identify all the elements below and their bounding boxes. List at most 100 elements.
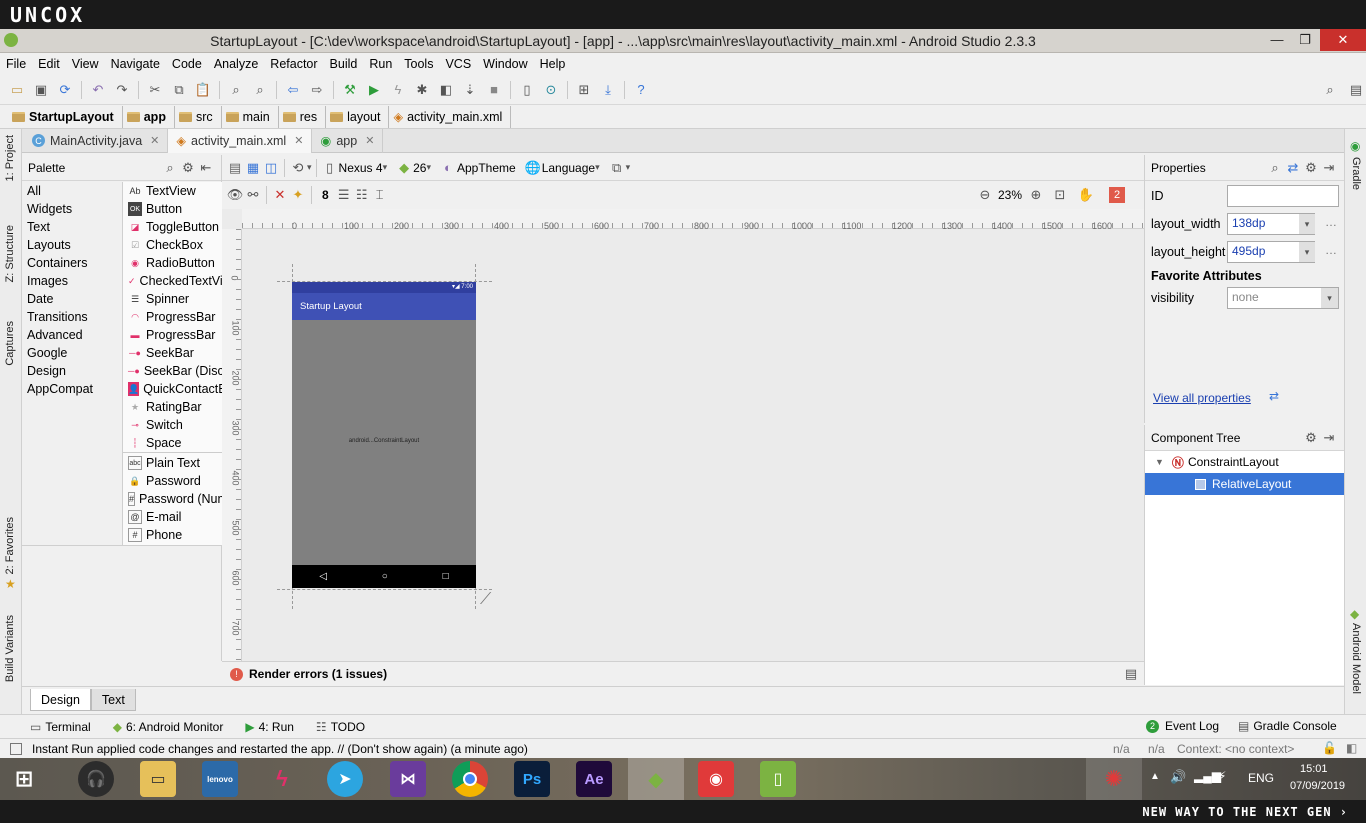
headphones-app-icon[interactable]: 🎧 bbox=[78, 761, 114, 797]
device-selector[interactable]: Nexus 4 bbox=[339, 161, 383, 175]
chrome-icon[interactable] bbox=[452, 761, 488, 797]
palette-item-progressbar-horizontal[interactable]: ▬ ProgressBar bbox=[123, 326, 222, 344]
lock-icon[interactable]: 🔓 bbox=[1322, 741, 1337, 755]
expand-arrow-icon[interactable]: ▼ bbox=[1155, 457, 1164, 467]
device-preview[interactable]: ▾◢ 7:00 Startup Layout android...Constra… bbox=[292, 282, 476, 588]
sync-gradle-icon[interactable]: ⊙ bbox=[542, 81, 560, 99]
sdk-manager-icon[interactable]: ⤓ bbox=[599, 81, 617, 99]
menu-build[interactable]: Build bbox=[324, 57, 364, 71]
breadcrumb-main[interactable]: main bbox=[222, 105, 279, 128]
menu-view[interactable]: View bbox=[66, 57, 105, 71]
menu-help[interactable]: Help bbox=[534, 57, 572, 71]
pack-icon[interactable]: ☰ bbox=[335, 186, 353, 204]
status-toggle-icon[interactable] bbox=[10, 742, 22, 755]
palette-category[interactable]: Images bbox=[22, 272, 122, 290]
both-views-icon[interactable]: ◫ bbox=[262, 159, 280, 177]
help-icon[interactable]: ? bbox=[632, 81, 650, 99]
close-tab-icon[interactable]: ✕ bbox=[150, 134, 159, 147]
open-folder-icon[interactable]: ▭ bbox=[8, 81, 26, 99]
layout-variants-icon[interactable]: ⧉ bbox=[608, 159, 626, 177]
palette-item-seekbar-discrete[interactable]: ─●SeekBar (Discrete) bbox=[123, 362, 222, 380]
menu-edit[interactable]: Edit bbox=[32, 57, 66, 71]
lenovo-app-icon[interactable]: lenovo bbox=[202, 761, 238, 797]
palette-item-email[interactable]: @ E-mail bbox=[123, 508, 222, 526]
android-monitor-tool-button[interactable]: ◆ 6: Android Monitor bbox=[113, 720, 224, 734]
palette-item-textview[interactable]: Ab TextView bbox=[123, 182, 222, 200]
tray-app-icon[interactable]: ✺ bbox=[1086, 758, 1142, 800]
palette-item-space[interactable]: ┆ Space bbox=[123, 434, 222, 452]
orientation-icon[interactable]: ⟲ bbox=[289, 159, 307, 177]
menu-tools[interactable]: Tools bbox=[398, 57, 439, 71]
globe-icon[interactable]: 🌐 bbox=[524, 159, 542, 177]
menu-refactor[interactable]: Refactor bbox=[264, 57, 323, 71]
toggle-issue-panel-icon[interactable]: ▤ bbox=[1122, 665, 1140, 683]
more-icon[interactable]: … bbox=[1325, 243, 1337, 257]
palette-item-progressbar[interactable]: ◠ ProgressBar bbox=[123, 308, 222, 326]
palette-category[interactable]: AppCompat bbox=[22, 380, 122, 398]
palette-category[interactable]: Text bbox=[22, 218, 122, 236]
palette-item-password-numeric[interactable]: #Password (Numeric) bbox=[123, 490, 222, 508]
palette-item-ratingbar[interactable]: ★ RatingBar bbox=[123, 398, 222, 416]
debug-icon[interactable]: ✱ bbox=[413, 81, 431, 99]
android-studio-taskbar-button[interactable]: ◆ bbox=[628, 758, 684, 800]
palette-category[interactable]: Google bbox=[22, 344, 122, 362]
more-icon[interactable]: … bbox=[1325, 215, 1337, 229]
palette-item-quickcontactbadge[interactable]: 👤QuickContactBadge bbox=[123, 380, 222, 398]
gradle-tool-tab[interactable]: Gradle bbox=[1350, 157, 1362, 190]
undo-icon[interactable]: ↶ bbox=[89, 81, 107, 99]
recorder-app-icon[interactable]: ◉ bbox=[698, 761, 734, 797]
maximize-button[interactable]: ❐ bbox=[1290, 29, 1320, 51]
inspector-icon[interactable]: ◧ bbox=[1346, 741, 1357, 755]
palette-category[interactable]: Advanced bbox=[22, 326, 122, 344]
zoom-out-icon[interactable]: ⊖ bbox=[976, 186, 994, 204]
zoom-to-fit-icon[interactable]: ⊡ bbox=[1051, 186, 1069, 204]
gear-icon[interactable]: ⚙ bbox=[1302, 429, 1320, 447]
view-all-properties-link[interactable]: View all properties bbox=[1153, 391, 1251, 405]
terminal-tool-button[interactable]: ▭ Terminal bbox=[30, 720, 91, 734]
language-selector[interactable]: Language bbox=[542, 161, 595, 175]
chevron-down-icon[interactable]: ▾ bbox=[1299, 242, 1315, 262]
palette-item-checkedtextview[interactable]: ✓CheckedTextView bbox=[123, 272, 222, 290]
menu-window[interactable]: Window bbox=[477, 57, 533, 71]
breadcrumb-src[interactable]: src bbox=[175, 105, 222, 128]
build-variants-tool-tab[interactable]: Build Variants bbox=[4, 615, 16, 682]
default-margin[interactable]: 8 bbox=[322, 188, 329, 202]
tab-design[interactable]: Design bbox=[30, 689, 91, 711]
menu-vcs[interactable]: VCS bbox=[439, 57, 477, 71]
tab-activity-main[interactable]: ◈ activity_main.xml ✕ bbox=[168, 128, 313, 153]
visual-studio-icon[interactable]: ⋈ bbox=[390, 761, 426, 797]
power-icon[interactable]: ⚡ bbox=[1218, 769, 1226, 783]
resize-handle-icon[interactable]: ⟋ bbox=[480, 591, 491, 609]
clear-constraints-icon[interactable]: ✕ bbox=[271, 186, 289, 204]
find-icon[interactable]: ⌕ bbox=[227, 81, 245, 99]
clock-time[interactable]: 15:01 bbox=[1300, 763, 1328, 775]
menu-run[interactable]: Run bbox=[363, 57, 398, 71]
palette-category[interactable]: Design bbox=[22, 362, 122, 380]
hide-panel-icon[interactable]: ⇥ bbox=[1320, 159, 1338, 177]
palette-category[interactable]: All bbox=[22, 182, 122, 200]
run-icon[interactable]: ▶ bbox=[365, 81, 383, 99]
chevron-down-icon[interactable]: ▾ bbox=[1299, 214, 1315, 234]
tab-text[interactable]: Text bbox=[90, 689, 136, 711]
phone-content[interactable]: android...ConstraintLayout bbox=[292, 320, 476, 565]
volume-icon[interactable]: 🔊 bbox=[1170, 769, 1186, 785]
telegram-icon[interactable]: ➤ bbox=[327, 761, 363, 797]
project-structure-icon[interactable]: ⊞ bbox=[575, 81, 593, 99]
apply-changes-icon[interactable]: ϟ bbox=[389, 81, 407, 99]
layout-toggle-icon[interactable]: ▤ bbox=[1347, 81, 1365, 99]
save-icon[interactable]: ▣ bbox=[32, 81, 50, 99]
forward-icon[interactable]: ⇨ bbox=[308, 81, 326, 99]
swap-view-icon[interactable]: ⇄ bbox=[1269, 389, 1279, 403]
palette-item-spinner[interactable]: ☰ Spinner bbox=[123, 290, 222, 308]
show-hidden-icons-icon[interactable]: ▲ bbox=[1150, 771, 1160, 782]
infer-constraints-icon[interactable]: ✦ bbox=[289, 186, 307, 204]
sync-icon[interactable]: ⟳ bbox=[56, 81, 74, 99]
event-log-tool-button[interactable]: 2 Event Log bbox=[1146, 719, 1219, 733]
breadcrumb-layout[interactable]: layout bbox=[326, 105, 390, 128]
palette-item-seekbar[interactable]: ─● SeekBar bbox=[123, 344, 222, 362]
gear-icon[interactable]: ⚙ bbox=[179, 159, 197, 177]
palette-item-switch[interactable]: ⊸ Switch bbox=[123, 416, 222, 434]
breadcrumb-res[interactable]: res bbox=[279, 105, 327, 128]
tab-app[interactable]: ◉ app ✕ bbox=[312, 128, 384, 153]
file-explorer-icon[interactable]: ▭ bbox=[140, 761, 176, 797]
